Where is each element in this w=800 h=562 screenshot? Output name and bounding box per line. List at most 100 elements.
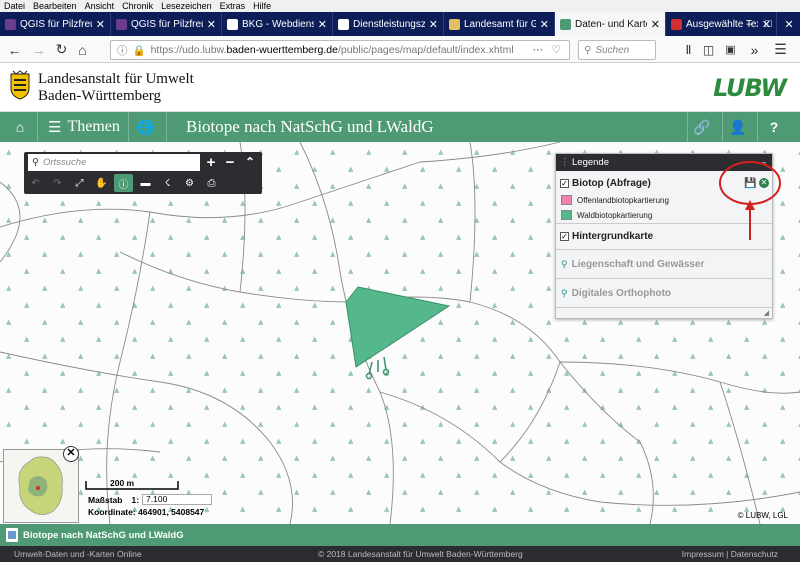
favicon-icon — [449, 18, 460, 30]
close-tab-icon[interactable]: ✕ — [207, 18, 216, 31]
close-tab-icon[interactable]: ✕ — [318, 18, 327, 31]
scale-label: 200 m — [110, 478, 135, 488]
browser-tab[interactable]: Landesamt für Geo ✕ — [444, 12, 555, 36]
browser-tab-label: Dienstleistungszentr — [353, 18, 425, 30]
favicon-icon — [560, 18, 571, 30]
zoom-out-button[interactable]: − — [221, 153, 239, 171]
favicon-icon — [671, 18, 682, 30]
site-header: Landesanstalt für Umwelt Baden-Württembe… — [0, 64, 800, 112]
browser-tab[interactable]: BKG - Webdienste ✕ — [222, 12, 333, 36]
url-bar[interactable]: ⓘ 🔒 https://udo.lubw.baden-wuerttemberg.… — [110, 40, 570, 60]
layer-checkbox-hintergrund[interactable]: ✓ — [560, 232, 569, 241]
more-actions-icon[interactable]: ⋯ — [533, 44, 544, 56]
layer-title-hintergrund: Hintergrundkarte — [572, 231, 654, 242]
browser-tab-label: BKG - Webdienste — [242, 18, 314, 30]
close-window-icon[interactable]: ✕ — [784, 18, 793, 31]
search-icon: ⚲ — [32, 157, 39, 168]
library-icon[interactable]: Ⅱ — [680, 41, 697, 58]
menu-item-hilfe[interactable]: Hilfe — [253, 0, 271, 12]
map-document-icon — [6, 528, 18, 542]
home-icon[interactable]: ⌂ — [8, 112, 32, 142]
user-icon[interactable]: 👤 — [726, 112, 750, 142]
close-tab-icon[interactable]: ✕ — [429, 18, 438, 31]
menu-item-bearbeiten[interactable]: Bearbeiten — [33, 0, 77, 12]
browser-tab[interactable]: QGIS für Pilzfreunde ✕ — [111, 12, 222, 36]
footer-links[interactable]: Impressum | Datenschutz — [682, 546, 778, 562]
resize-handle-icon[interactable]: ◢ — [764, 309, 769, 317]
home-icon[interactable]: ⌂ — [74, 41, 91, 58]
globe-icon[interactable]: 🌐 — [136, 112, 156, 142]
link-icon[interactable]: 🔗 — [690, 112, 714, 142]
full-extent-icon[interactable]: ⤢ — [70, 174, 89, 192]
bottom-tab-biotope[interactable]: Biotope nach NatSchG und LWaldG — [6, 526, 184, 544]
forward-arrow-icon[interactable]: → — [30, 41, 47, 58]
map-copyright: © LUBW, LGL — [737, 511, 788, 520]
org-name: Landesanstalt für Umwelt Baden-Württembe… — [38, 71, 194, 105]
favicon-icon — [227, 18, 238, 30]
close-tab-icon[interactable]: ✕ — [651, 18, 660, 31]
menu-item-chronik[interactable]: Chronik — [122, 0, 153, 12]
sidebar-icon[interactable]: ◫ — [700, 41, 717, 58]
zoom-in-button[interactable]: + — [202, 153, 220, 171]
search-icon: ⚲ — [584, 44, 592, 56]
layer-key-icon: ⚲ — [561, 288, 568, 298]
menu-item-datei[interactable]: Datei — [4, 0, 25, 12]
minimize-panel-icon[interactable]: – — [761, 154, 766, 171]
save-icon[interactable]: 💾 — [744, 178, 756, 189]
info-icon[interactable]: ⓘ — [117, 43, 128, 58]
undo-icon[interactable]: ↶ — [26, 174, 45, 192]
lubw-logo[interactable]: LUBW — [713, 74, 787, 102]
bottom-tab-label: Biotope nach NatSchG und LWaldG — [23, 529, 184, 541]
location-search-input[interactable]: ⚲ Ortssuche — [28, 154, 200, 171]
lock-icon: 🔒 — [132, 44, 146, 57]
scale-field: Maßstab 1: 7.100 — [88, 494, 213, 505]
collapse-toolbar-button[interactable]: ⌃ — [241, 153, 259, 171]
minimize-icon[interactable]: – — [746, 18, 752, 30]
pocket-icon[interactable]: ♡ — [552, 44, 561, 56]
menu-item-ansicht[interactable]: Ansicht — [85, 0, 115, 12]
hamburger-menu-icon[interactable]: ☰ — [772, 41, 789, 58]
legend-panel: ⋮ Legende – ✓ Biotop (Abfrage) Offenland… — [555, 153, 773, 319]
org-name-line1: Landesanstalt für Umwelt — [38, 71, 194, 87]
map-toolbar: ⚲ Ortssuche + − ⌃ ↶ ↷ ⤢ ✋ ⓘ ▬ ☇ ⚙ ⎙ — [24, 152, 262, 194]
pan-hand-icon[interactable]: ✋ — [92, 174, 111, 192]
maximize-icon[interactable]: □ — [765, 18, 772, 30]
close-tab-icon[interactable]: ✕ — [96, 18, 105, 31]
location-search-placeholder: Ortssuche — [42, 157, 87, 168]
footer-left: Umwelt-Daten und -Karten Online — [14, 549, 142, 559]
menu-item-lesezeichen[interactable]: Lesezeichen — [161, 0, 212, 12]
info-tool-icon[interactable]: ⓘ — [114, 174, 133, 192]
favicon-icon — [116, 18, 127, 30]
redo-icon[interactable]: ↷ — [48, 174, 67, 192]
overflow-chevron-icon[interactable]: » — [746, 41, 763, 58]
layer-checkbox-biotop[interactable]: ✓ — [560, 179, 569, 188]
legend-swatch — [561, 210, 572, 220]
legend-layer-biotop: ✓ Biotop (Abfrage) Offenlandbiotopkartie… — [556, 171, 772, 224]
measure-icon[interactable]: ▬ — [136, 174, 155, 192]
help-icon[interactable]: ? — [762, 112, 786, 142]
print-icon[interactable]: ⎙ — [202, 174, 221, 192]
remove-layer-icon[interactable]: ✕ — [759, 178, 769, 188]
browser-tab[interactable]: QGIS für Pilzfreunde ✕ — [0, 12, 111, 36]
extension-icon[interactable]: ▣ — [722, 41, 739, 58]
url-prefix: https://udo.lubw. — [150, 44, 227, 56]
legend-sublayer-orthophoto[interactable]: ⚲ Digitales Orthophoto — [556, 280, 772, 308]
drag-handle-icon[interactable]: ⋮ — [560, 154, 570, 171]
close-overview-button[interactable]: ✕ — [63, 446, 79, 462]
legend-sublayer-liegenschaft[interactable]: ⚲ Liegenschaft und Gewässer — [556, 251, 772, 279]
reload-icon[interactable]: ↻ — [53, 41, 70, 58]
settings-gear-icon[interactable]: ⚙ — [180, 174, 199, 192]
browser-search-input[interactable]: ⚲ Suchen — [578, 40, 656, 60]
back-arrow-icon[interactable]: ← — [6, 41, 23, 58]
select-icon[interactable]: ☇ — [158, 174, 177, 192]
scale-input[interactable]: 7.100 — [142, 494, 213, 505]
browser-tab-label: Daten- und Karten — [575, 18, 647, 30]
menu-item-extras[interactable]: Extras — [220, 0, 246, 12]
legend-layer-hintergrund: ✓ Hintergrundkarte — [556, 226, 772, 250]
themen-menu-button[interactable]: ☰ Themen — [48, 112, 120, 142]
url-path: /public/pages/map/default/index.xhtml — [337, 44, 514, 56]
page-title: Biotope nach NatSchG und LWaldG — [186, 117, 434, 136]
close-tab-icon[interactable]: ✕ — [540, 18, 549, 31]
browser-tab[interactable]: Daten- und Karten ✕ — [555, 12, 666, 36]
browser-tab[interactable]: Dienstleistungszentr ✕ — [333, 12, 444, 36]
